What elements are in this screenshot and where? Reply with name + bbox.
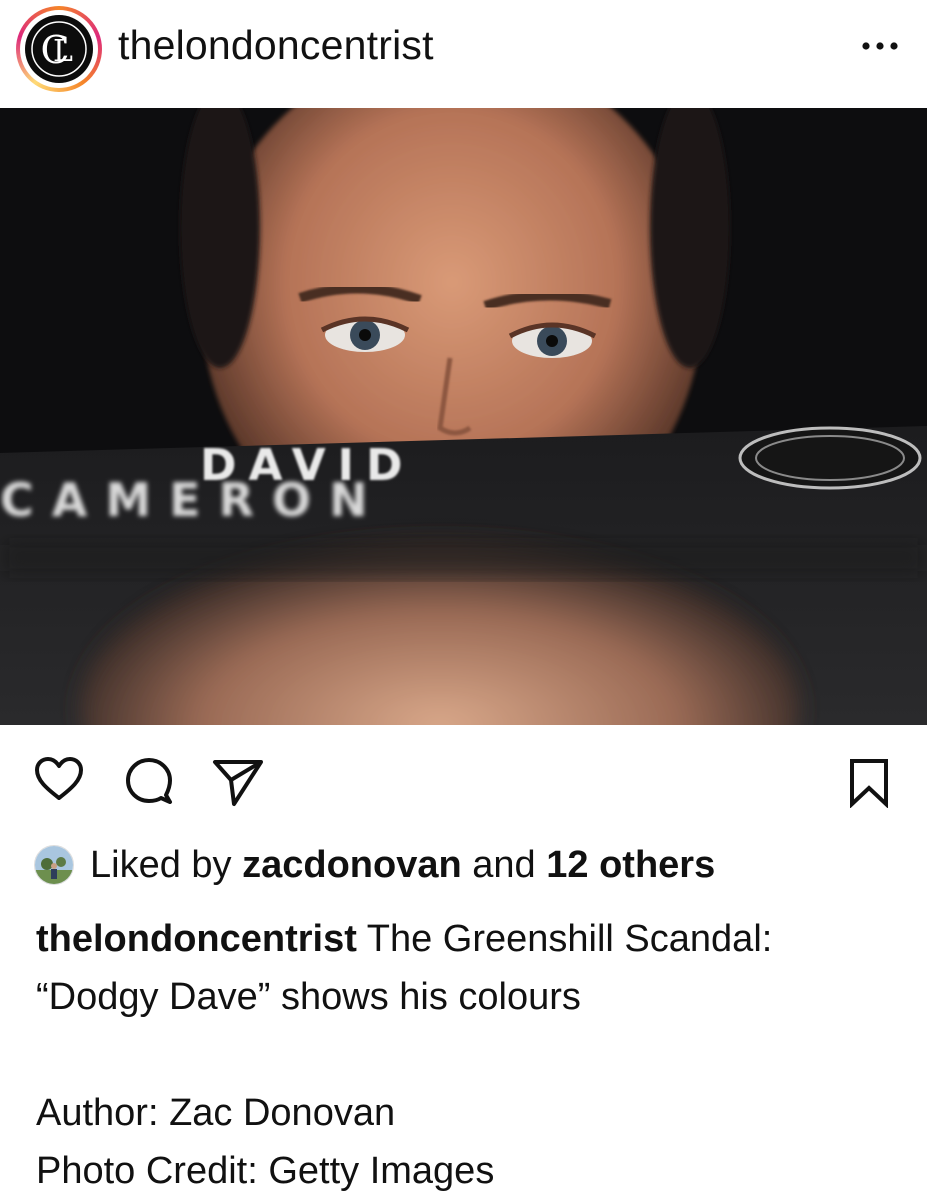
book-title-line2: CAMERON: [0, 473, 386, 527]
comment-icon: [126, 758, 172, 804]
likes-prefix: Liked by: [90, 843, 232, 886]
caption-username[interactable]: thelondoncentrist: [36, 918, 357, 960]
caption-line-2: “Dodgy Dave” shows his colours: [36, 976, 581, 1018]
heart-icon: [35, 757, 83, 800]
liker-username[interactable]: zacdonovan: [242, 844, 462, 887]
likes-summary[interactable]: Liked by zacdonovan and 12 others: [34, 838, 715, 892]
profile-avatar[interactable]: C L: [16, 6, 102, 92]
liker-avatar[interactable]: [34, 845, 74, 885]
more-options-button[interactable]: [858, 36, 902, 56]
book-cover-photo: DAVID CAMERON: [0, 108, 927, 725]
share-button[interactable]: [212, 758, 264, 813]
comment-button[interactable]: [124, 756, 174, 811]
likes-joiner: and: [472, 843, 536, 886]
logo-letter-l: L: [53, 34, 73, 69]
post-action-bar: [0, 740, 927, 820]
caption-title: The Greenshill Scandal:: [366, 918, 773, 960]
lc-logo: C L: [25, 15, 93, 83]
more-horizontal-icon: [862, 42, 898, 50]
post-username[interactable]: thelondoncentrist: [118, 22, 434, 69]
caption-photo-credit: Photo Credit: Getty Images: [36, 1150, 495, 1192]
bookmark-icon: [850, 759, 888, 809]
post-photo[interactable]: DAVID CAMERON: [0, 108, 927, 725]
send-icon: [213, 760, 263, 806]
caption-line-1: thelondoncentrist The Greenshill Scandal…: [36, 910, 906, 968]
post-caption: thelondoncentrist The Greenshill Scandal…: [36, 910, 906, 1200]
post-header: C L thelondoncentrist: [0, 0, 927, 108]
like-button[interactable]: [34, 756, 84, 807]
save-button[interactable]: [848, 758, 890, 813]
caption-author: Author: Zac Donovan: [36, 1092, 396, 1134]
likes-others-count[interactable]: 12 others: [546, 844, 715, 887]
